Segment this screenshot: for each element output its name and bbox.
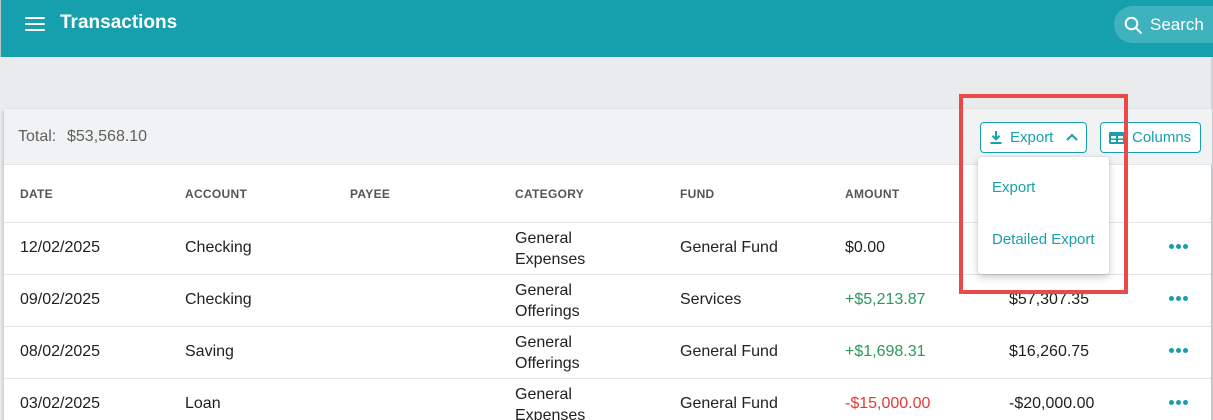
- more-options-icon[interactable]: [1169, 296, 1191, 302]
- cell-balance: $57,307.35: [1009, 291, 1090, 308]
- column-header-account[interactable]: ACCOUNT: [185, 187, 247, 201]
- cell-fund: General Fund: [680, 343, 778, 360]
- cell-amount: +$5,213.87: [845, 291, 926, 308]
- column-header-fund[interactable]: FUND: [680, 187, 715, 201]
- column-header-amount[interactable]: AMOUNT: [845, 187, 899, 201]
- table-columns-icon: [1109, 132, 1125, 144]
- chevron-up-icon: [1066, 133, 1078, 141]
- cell-fund: General Fund: [680, 239, 778, 256]
- cell-account: Checking: [185, 291, 252, 308]
- category-line: Offerings: [515, 355, 580, 372]
- search-button[interactable]: Search: [1114, 6, 1213, 43]
- row-divider: [4, 274, 1211, 275]
- cell-amount: +$1,698.31: [845, 343, 926, 360]
- export-dropdown-menu: Export Detailed Export: [978, 157, 1109, 274]
- cell-account: Checking: [185, 239, 252, 256]
- menu-item-detailed-export[interactable]: Detailed Export: [992, 231, 1095, 248]
- row-divider: [4, 378, 1211, 379]
- category-line: Expenses: [515, 251, 586, 268]
- menu-item-export[interactable]: Export: [992, 179, 1035, 196]
- cell-category: General Expenses: [515, 384, 585, 420]
- cell-category: General Offerings: [515, 332, 580, 374]
- download-icon: [990, 131, 1002, 144]
- search-label: Search: [1150, 15, 1204, 34]
- more-options-icon[interactable]: [1169, 244, 1191, 250]
- more-options-icon[interactable]: [1169, 400, 1191, 406]
- cell-fund: Services: [680, 291, 742, 308]
- cell-balance: -$20,000.00: [1009, 395, 1095, 412]
- hamburger-menu-icon[interactable]: [25, 14, 45, 34]
- category-line: General: [515, 334, 572, 351]
- category-line: General: [515, 282, 572, 299]
- category-line: General: [515, 230, 572, 247]
- export-button[interactable]: Export: [980, 122, 1087, 153]
- page-title: Transactions: [60, 12, 178, 33]
- cell-category: General Expenses: [515, 228, 585, 270]
- top-app-bar: Transactions Search: [0, 0, 1213, 57]
- cell-date: 09/02/2025: [20, 291, 101, 308]
- columns-button[interactable]: Columns: [1100, 122, 1201, 153]
- cell-date: 03/02/2025: [20, 395, 101, 412]
- columns-button-label: Columns: [1132, 129, 1192, 146]
- total-value: $53,568.10: [67, 128, 148, 145]
- cell-account: Loan: [185, 395, 221, 412]
- cell-balance: $16,260.75: [1009, 343, 1090, 360]
- column-header-payee[interactable]: PAYEE: [350, 187, 390, 201]
- column-header-category[interactable]: CATEGORY: [515, 187, 584, 201]
- cell-amount: $0.00: [845, 239, 886, 256]
- cell-date: 12/02/2025: [20, 239, 101, 256]
- cell-category: General Offerings: [515, 280, 580, 322]
- category-line: Expenses: [515, 407, 586, 420]
- cell-account: Saving: [185, 343, 234, 360]
- category-line: General: [515, 386, 572, 403]
- column-header-date[interactable]: DATE: [20, 187, 53, 201]
- search-icon: [1124, 16, 1142, 34]
- export-button-label: Export: [1010, 129, 1054, 146]
- total-label: Total:: [18, 128, 57, 145]
- category-line: Offerings: [515, 303, 580, 320]
- more-options-icon[interactable]: [1169, 348, 1191, 354]
- row-divider: [4, 326, 1211, 327]
- cell-fund: General Fund: [680, 395, 778, 412]
- cell-date: 08/02/2025: [20, 343, 101, 360]
- cell-amount: -$15,000.00: [845, 395, 931, 412]
